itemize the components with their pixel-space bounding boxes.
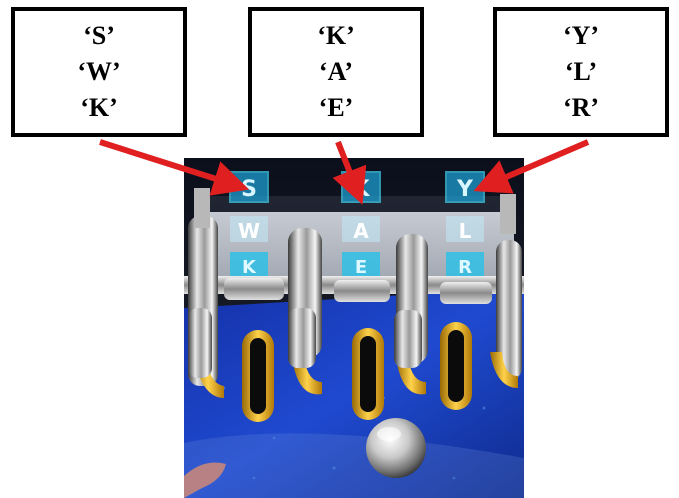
label-right-line3: ‘R’ [562,93,600,122]
pinball-playfield: S W K K A E Y L R [184,158,524,498]
label-left-line1: ‘S’ [83,21,115,50]
label-right-line2: ‘L’ [564,57,598,86]
reel-left-top-letter: S [241,177,257,202]
label-mid-line2: ‘A’ [318,57,354,86]
reel-right-top-letter: Y [456,177,474,202]
label-box-right: ‘Y’ ‘L’ ‘R’ [493,7,669,137]
reel-mid-top-letter: K [352,177,370,202]
label-mid-line3: ‘E’ [318,93,354,122]
label-right-line1: ‘Y’ [562,21,600,50]
label-left-line2: ‘W’ [77,57,121,86]
label-mid-line1: ‘K’ [317,21,355,50]
reel-mid-bottom-letter: E [355,257,367,278]
label-box-middle: ‘K’ ‘A’ ‘E’ [248,7,424,137]
silver-pinball-icon [366,418,426,478]
game-screen: S W K K A E Y L R [184,158,524,498]
reel-mid-middle-letter: A [353,219,369,243]
reel-left-bottom-letter: K [242,257,257,278]
label-box-left: ‘S’ ‘W’ ‘K’ [11,7,187,137]
label-left-line3: ‘K’ [80,93,118,122]
reel-right-middle-letter: L [459,219,472,243]
reel-right-bottom-letter: R [458,257,472,278]
reel-left-middle-letter: W [238,219,260,243]
